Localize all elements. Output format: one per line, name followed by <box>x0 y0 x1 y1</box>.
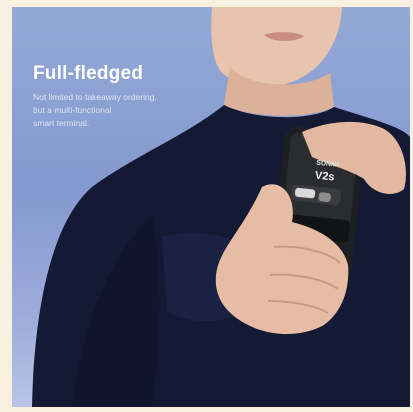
product-photo: SUNMI V2s Full-fledged Not limited to ta… <box>12 7 410 407</box>
promo-description-line-1: Not limited to takeaway ordering, <box>33 92 157 102</box>
promo-headline: Full-fledged <box>33 63 144 84</box>
promo-description-line-2: but a multi-functional <box>33 105 112 115</box>
promo-description: Not limited to takeaway ordering, but a … <box>33 91 233 130</box>
page-frame: SUNMI V2s Full-fledged Not limited to ta… <box>0 0 413 412</box>
promo-description-line-3: smart terminal. <box>33 118 90 128</box>
device-model-label: V2s <box>314 170 335 184</box>
promo-text-block: Full-fledged Not limited to takeaway ord… <box>33 63 233 130</box>
